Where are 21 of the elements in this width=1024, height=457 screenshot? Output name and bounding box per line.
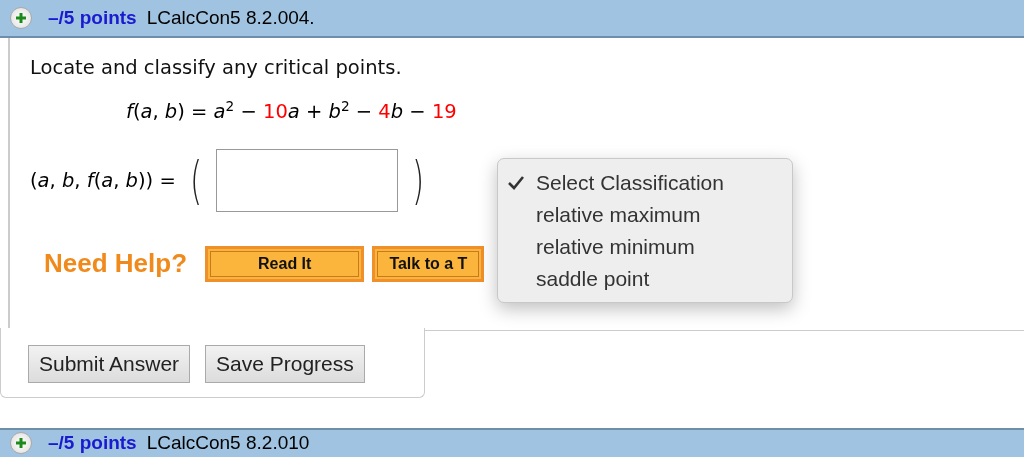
function-formula: f(a, b) = a$^{2}$ − 10a + b$^{2}$ − 4b − 19 xyxy=(126,97,458,123)
help-button[interactable]: Talk to a T xyxy=(372,245,485,282)
close-parenthesis: ) xyxy=(412,154,425,206)
points-label: –/5 points xyxy=(48,7,137,29)
save-button[interactable]: Save Progress xyxy=(205,345,365,383)
open-parenthesis: ( xyxy=(189,154,202,206)
expand-icon[interactable] xyxy=(10,432,32,454)
submit-button[interactable]: Submit Answer xyxy=(28,345,191,383)
menu-option[interactable]: saddle point xyxy=(498,263,792,295)
question-prompt: Locate and classify any critical points. xyxy=(30,56,403,79)
answer-label: (a, b, f(a, b)) = xyxy=(30,168,176,192)
menu-option[interactable]: relative maximum xyxy=(498,199,792,231)
question-code: LCalcCon5 8.2.010 xyxy=(146,432,310,454)
menu-option[interactable]: Select Classification xyxy=(498,167,792,199)
need-help-label: Need Help? xyxy=(44,248,188,279)
points-label: –/5 points xyxy=(48,432,137,454)
help-button[interactable]: Read It xyxy=(205,245,365,282)
menu-option[interactable]: relative minimum xyxy=(498,231,792,263)
expand-icon[interactable] xyxy=(10,7,32,29)
answer-field[interactable] xyxy=(216,148,399,212)
question-code: LCalcCon5 8.2.004. xyxy=(146,7,315,29)
